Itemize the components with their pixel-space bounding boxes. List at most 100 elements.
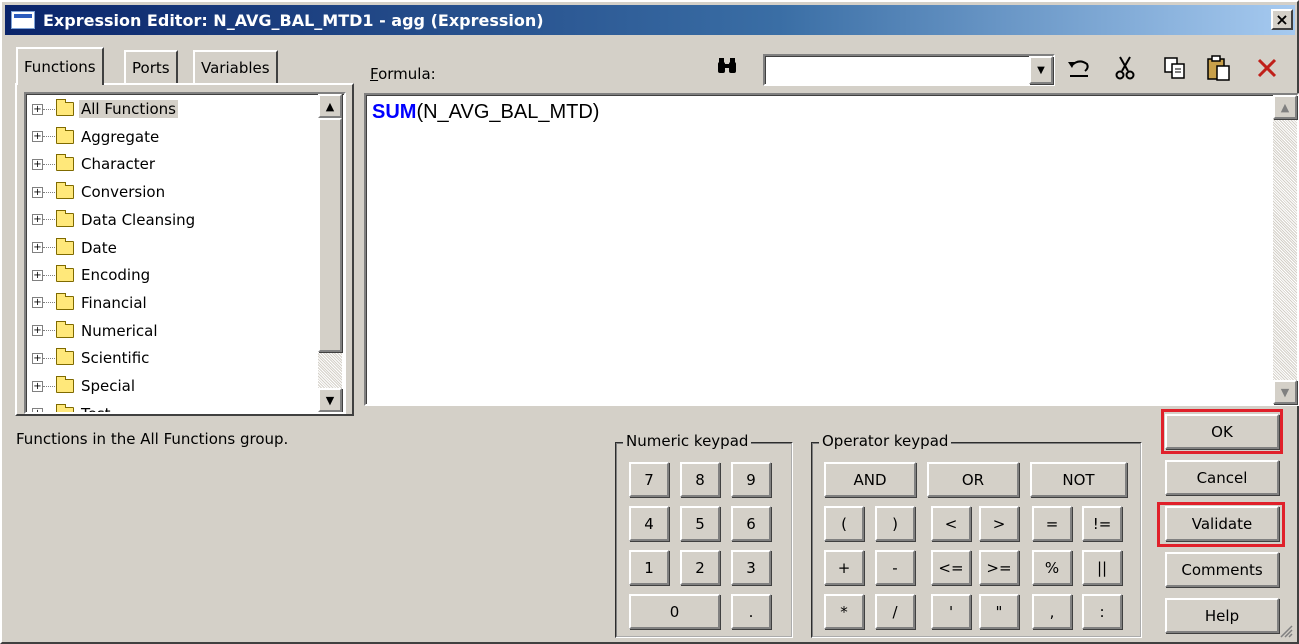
tree-item-label: Encoding — [81, 266, 151, 285]
tree-item[interactable]: + Test — [26, 401, 318, 414]
key-single-quote[interactable]: ' — [931, 594, 971, 629]
cut-icon[interactable] — [1111, 54, 1139, 82]
window-title: Expression Editor: N_AVG_BAL_MTD1 - agg … — [43, 10, 544, 30]
key-9[interactable]: 9 — [731, 462, 771, 497]
key-decimal[interactable]: . — [731, 594, 771, 629]
expand-plus-icon[interactable]: + — [32, 352, 43, 364]
key-and[interactable]: AND — [824, 462, 916, 497]
key-close-paren[interactable]: ) — [875, 506, 915, 541]
key-divide[interactable]: / — [875, 594, 915, 629]
key-less[interactable]: < — [931, 506, 971, 541]
tree-scrollbar[interactable]: ▲ ▼ — [318, 94, 342, 412]
key-or[interactable]: OR — [927, 462, 1019, 497]
resize-grip-icon[interactable] — [1279, 624, 1293, 638]
folder-icon — [56, 99, 74, 116]
key-not[interactable]: NOT — [1030, 462, 1127, 497]
scroll-up-button[interactable]: ▲ — [318, 94, 342, 118]
tree-item[interactable]: + Character — [26, 151, 318, 177]
formula-text[interactable]: SUM(N_AVG_BAL_MTD) — [372, 101, 599, 124]
tree-item-label: Numerical — [81, 321, 158, 340]
folder-icon — [56, 376, 74, 393]
chevron-down-icon[interactable]: ▼ — [1029, 56, 1053, 84]
folder-icon — [56, 182, 74, 200]
key-0[interactable]: 0 — [629, 594, 720, 629]
tree-item[interactable]: + Special — [26, 373, 318, 399]
undo-icon[interactable] — [1065, 54, 1093, 82]
formula-arguments: (N_AVG_BAL_MTD) — [416, 101, 600, 123]
copy-icon[interactable] — [1161, 54, 1189, 82]
tree-connector — [43, 413, 55, 414]
tree-item[interactable]: + Numerical — [26, 318, 318, 344]
scroll-down-button[interactable]: ▼ — [318, 388, 342, 412]
key-equals[interactable]: = — [1032, 506, 1072, 541]
tab-ports-label: Ports — [132, 58, 170, 77]
tree-item-label: Data Cleansing — [81, 210, 196, 229]
tree-item[interactable]: + Encoding — [26, 262, 318, 288]
tree-item[interactable]: + Scientific — [26, 345, 318, 371]
tab-functions[interactable]: Functions — [16, 47, 104, 85]
expand-plus-icon[interactable]: + — [32, 131, 43, 143]
key-2[interactable]: 2 — [680, 550, 720, 585]
key-colon[interactable]: : — [1082, 594, 1122, 629]
comments-button[interactable]: Comments — [1165, 552, 1279, 587]
folder-icon — [56, 126, 74, 144]
help-button[interactable]: Help — [1165, 598, 1279, 633]
tree-item-label: Test — [81, 404, 111, 414]
tree-item[interactable]: + All Functions — [26, 96, 318, 122]
tree-item[interactable]: + Date — [26, 235, 318, 261]
folder-icon — [56, 265, 74, 283]
tab-ports[interactable]: Ports — [124, 50, 178, 83]
scroll-thumb[interactable] — [318, 118, 342, 352]
delete-icon[interactable] — [1253, 54, 1281, 82]
key-minus[interactable]: - — [875, 550, 915, 585]
expression-editor-window: Expression Editor: N_AVG_BAL_MTD1 - agg … — [0, 0, 1299, 644]
formula-scroll-down[interactable]: ▼ — [1273, 380, 1297, 404]
expand-plus-icon[interactable]: + — [32, 242, 43, 253]
search-combo[interactable]: ▼ — [763, 54, 1055, 86]
key-multiply[interactable]: * — [824, 594, 864, 629]
key-3[interactable]: 3 — [731, 550, 771, 585]
expand-plus-icon[interactable]: + — [32, 325, 43, 337]
key-open-paren[interactable]: ( — [824, 506, 864, 541]
formula-scroll-up[interactable]: ▲ — [1273, 95, 1297, 119]
key-1[interactable]: 1 — [629, 550, 669, 585]
key-8[interactable]: 8 — [680, 462, 720, 497]
expand-plus-icon[interactable]: + — [32, 408, 43, 412]
expand-plus-icon[interactable]: + — [32, 214, 43, 226]
expand-plus-icon[interactable]: + — [32, 380, 43, 392]
key-4[interactable]: 4 — [629, 506, 669, 541]
tree-connector — [43, 247, 55, 248]
key-concat[interactable]: || — [1082, 550, 1122, 585]
key-not-equals[interactable]: != — [1082, 506, 1122, 541]
tree-item[interactable]: + Financial — [26, 290, 318, 316]
key-7[interactable]: 7 — [629, 462, 669, 497]
title-bar[interactable]: Expression Editor: N_AVG_BAL_MTD1 - agg … — [5, 5, 1295, 35]
tree-connector — [43, 385, 55, 387]
expand-plus-icon[interactable]: + — [32, 158, 43, 170]
key-greater[interactable]: > — [979, 506, 1019, 541]
formula-scrollbar[interactable]: ▲ ▼ — [1273, 95, 1297, 404]
key-5[interactable]: 5 — [680, 506, 720, 541]
formula-editor[interactable]: SUM(N_AVG_BAL_MTD) ▲ ▼ — [364, 93, 1299, 406]
paste-icon[interactable] — [1205, 54, 1233, 82]
key-comma[interactable]: , — [1032, 594, 1072, 629]
tab-functions-label: Functions — [24, 58, 96, 76]
expand-plus-icon[interactable]: + — [32, 186, 43, 198]
key-greater-equal[interactable]: >= — [979, 550, 1019, 585]
key-percent[interactable]: % — [1032, 550, 1072, 585]
expand-plus-icon[interactable]: + — [32, 103, 43, 115]
binoculars-icon[interactable] — [716, 56, 738, 76]
cancel-button[interactable]: Cancel — [1165, 460, 1279, 495]
close-button[interactable]: × — [1271, 9, 1293, 30]
key-plus[interactable]: + — [824, 550, 864, 585]
tab-variables[interactable]: Variables — [193, 50, 278, 83]
expand-plus-icon[interactable]: + — [32, 269, 43, 281]
key-less-equal[interactable]: <= — [931, 550, 971, 585]
tree-item[interactable]: + Aggregate — [26, 124, 318, 150]
key-double-quote[interactable]: " — [979, 594, 1019, 629]
tree-item[interactable]: + Conversion — [26, 179, 318, 205]
function-tree[interactable]: + All Functions + Aggregate + Character + Conve… — [24, 92, 346, 414]
tree-item[interactable]: + Data Cleansing — [26, 207, 318, 233]
key-6[interactable]: 6 — [731, 506, 771, 541]
expand-plus-icon[interactable]: + — [32, 297, 43, 309]
